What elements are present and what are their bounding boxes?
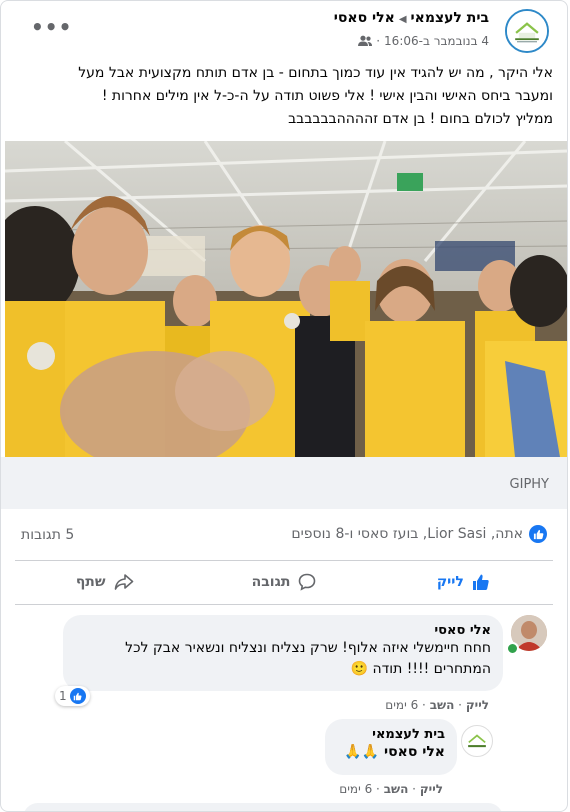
page-logo-icon — [507, 11, 547, 51]
gif-source-bar[interactable]: GIPHY — [1, 457, 567, 509]
meta-separator: · — [376, 34, 381, 48]
gif-image — [5, 141, 567, 457]
comment-author[interactable]: אלי סאסי — [75, 623, 491, 638]
reply-author[interactable]: בית לעצמאי — [337, 727, 445, 742]
friends-icon — [358, 35, 373, 46]
comments-count[interactable]: 5 תגובות — [21, 527, 74, 543]
page-avatar[interactable] — [505, 9, 549, 53]
reply-time[interactable]: 6 ימים — [339, 782, 372, 796]
post-title: בית לעצמאי ◀אלי סאסי — [334, 10, 489, 26]
post-card: בית לעצמאי◀אלי סאסי 4 בנובמבר ב-16:06 · … — [0, 0, 568, 812]
share-icon — [114, 574, 133, 590]
comment-button[interactable]: תגובה — [194, 562, 373, 602]
share-label: שתף — [75, 574, 106, 590]
comment-time[interactable]: 6 ימים — [385, 698, 418, 712]
comment-text-line: חחח חיימשלי איזה אלוף! שרק נצליח ונצליח … — [125, 640, 491, 656]
page-logo-icon — [468, 734, 486, 748]
post-gif[interactable] — [5, 141, 567, 457]
author-name[interactable]: בית לעצמאי — [411, 10, 489, 26]
comment-bubble — [23, 803, 503, 811]
post-text: אלי היקר , מה יש להגיד אין עוד כמוך בתחו… — [11, 62, 553, 131]
like-reaction-icon — [69, 688, 86, 704]
comment-reaction-chip[interactable]: 1 — [55, 686, 90, 706]
arrow-icon: ◀ — [398, 14, 407, 25]
reply-actions: לייק · השב · 6 ימים — [339, 782, 443, 796]
post-meta: 4 בנובמבר ב-16:06 · — [358, 34, 489, 48]
comment-like-button[interactable]: לייק — [466, 698, 489, 712]
divider — [15, 560, 553, 561]
like-icon — [472, 574, 489, 590]
comment-reply-button[interactable]: השב — [430, 698, 455, 712]
giphy-label[interactable]: GIPHY — [510, 477, 549, 492]
post-text-line: ממליץ לכולם בחום ! בן אדם זההההבבבבבב — [288, 111, 553, 127]
comment-icon — [299, 573, 316, 591]
like-label: לייק — [436, 574, 464, 590]
reply-reply-button[interactable]: השב — [384, 782, 409, 796]
reply-avatar[interactable] — [461, 725, 493, 757]
reactions-summary[interactable]: אתה, Lior Sasi, בועז סאסי ו-8 נוספים — [291, 525, 547, 543]
more-icon[interactable]: ••• — [31, 15, 72, 39]
post-text-line: ומעבר ביחס האישי והבין אישי ! אלי פשוט ת… — [101, 88, 553, 104]
reply-text: אלי סאסי 🙏🙏 — [344, 744, 445, 760]
post-date[interactable]: 4 בנובמבר ב-16:06 — [384, 34, 489, 48]
reply-like-button[interactable]: לייק — [420, 782, 443, 796]
comment-text-line: המתחרים !!!! תודה 🙂 — [350, 661, 491, 677]
reactions-names[interactable]: אתה, Lior Sasi, בועז סאסי ו-8 נוספים — [291, 526, 523, 542]
comment-bubble: אלי סאסי חחח חיימשלי איזה אלוף! שרק נצלי… — [63, 615, 503, 691]
target-name[interactable]: אלי סאסי — [334, 10, 395, 26]
comment-label: תגובה — [251, 574, 291, 590]
like-reaction-icon — [529, 525, 547, 543]
like-button[interactable]: לייק — [374, 562, 553, 602]
comment-actions: לייק · השב · 6 ימים — [385, 698, 489, 712]
action-bar: לייק תגובה שתף — [15, 562, 553, 602]
online-status-dot — [506, 642, 519, 655]
reply-bubble: בית לעצמאי אלי סאסי 🙏🙏 — [325, 719, 457, 775]
post-text-line: אלי היקר , מה יש להגיד אין עוד כמוך בתחו… — [78, 65, 553, 81]
share-button[interactable]: שתף — [15, 562, 194, 602]
divider — [15, 604, 553, 605]
comment-reaction-count: 1 — [59, 689, 67, 703]
